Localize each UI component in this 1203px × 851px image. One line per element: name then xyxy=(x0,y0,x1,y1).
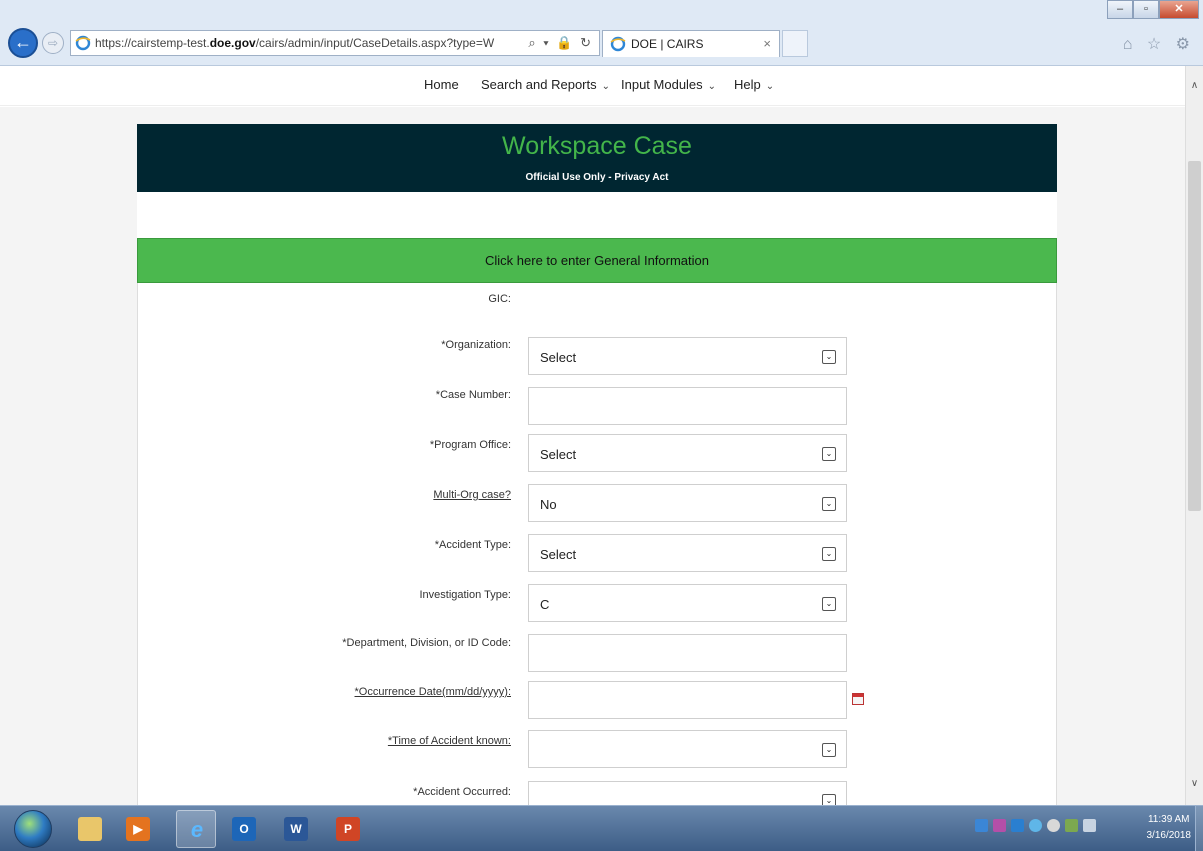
windows-taskbar: ▶ e O W P 11:39 AM 3/16/2018 xyxy=(0,805,1203,851)
window-controls: – ▫ ✕ xyxy=(1107,0,1199,20)
program-office-select[interactable]: Select ⌄ xyxy=(528,434,847,472)
form-body: GIC: *Organization: Select ⌄ *Case Numbe… xyxy=(137,283,1057,805)
organization-label: *Organization: xyxy=(441,339,511,351)
start-button[interactable] xyxy=(14,810,52,848)
clock-date: 3/16/2018 xyxy=(1146,830,1192,841)
clock-time: 11:39 AM xyxy=(1147,814,1190,825)
address-tools-icons[interactable]: ⌕ ▾ 🔒 ↻ xyxy=(528,35,593,51)
url-text[interactable]: https://cairstemp-test.doe.gov/cairs/adm… xyxy=(95,36,494,50)
nav-help[interactable]: Help ⌄ xyxy=(734,77,774,92)
folder-icon xyxy=(78,817,102,841)
tray-security-icon[interactable] xyxy=(1047,819,1060,832)
organization-value: Select xyxy=(540,350,577,365)
taskbar-internet-explorer[interactable]: e xyxy=(176,810,216,848)
occurrence-date-input[interactable] xyxy=(528,681,847,719)
calendar-icon[interactable] xyxy=(852,693,864,705)
investigation-type-select[interactable]: C ⌄ xyxy=(528,584,847,622)
accident-occurred-label: *Accident Occurred: xyxy=(413,786,511,798)
nav-search-reports[interactable]: Search and Reports ⌄ xyxy=(481,77,610,92)
chevron-down-icon: ⌄ xyxy=(822,497,836,511)
ie-page-icon xyxy=(75,35,91,51)
chevron-down-icon: ⌄ xyxy=(822,547,836,561)
back-button[interactable]: ← xyxy=(8,28,38,58)
browser-tab[interactable]: DOE | CAIRS × xyxy=(602,30,780,57)
tray-app-icon[interactable] xyxy=(993,819,1006,832)
chevron-down-icon: ⌄ xyxy=(822,794,836,805)
volume-icon[interactable] xyxy=(1083,819,1096,832)
taskbar-media[interactable]: ▶ xyxy=(118,810,158,848)
page-viewport: Home Search and Reports ⌄ Input Modules ⌄ … xyxy=(0,66,1185,805)
nav-input-modules[interactable]: Input Modules ⌄ xyxy=(621,77,716,92)
accident-type-label: *Accident Type: xyxy=(434,539,511,551)
investigation-type-value: C xyxy=(540,597,550,612)
page-title: Workspace Case xyxy=(502,132,692,160)
new-tab-button[interactable] xyxy=(782,30,808,57)
program-office-value: Select xyxy=(540,447,577,462)
page-header: Workspace Case Official Use Only - Priva… xyxy=(137,124,1057,192)
taskbar-powerpoint[interactable]: P xyxy=(328,810,368,848)
department-code-label: *Department, Division, or ID Code: xyxy=(342,637,511,649)
department-code-input[interactable] xyxy=(528,634,847,672)
taskbar-explorer[interactable] xyxy=(70,810,110,848)
chevron-down-icon: ⌄ xyxy=(822,350,836,364)
close-window-button[interactable]: ✕ xyxy=(1159,0,1199,19)
system-clock[interactable]: 11:39 AM 3/16/2018 xyxy=(1147,812,1192,844)
organization-select[interactable]: Select ⌄ xyxy=(528,337,847,375)
internet-explorer-icon: e xyxy=(190,817,204,842)
outlook-icon: O xyxy=(232,817,256,841)
chevron-down-icon: ⌄ xyxy=(765,81,775,92)
accident-occurred-select[interactable]: ⌄ xyxy=(528,781,847,805)
accident-type-select[interactable]: Select ⌄ xyxy=(528,534,847,572)
system-tray xyxy=(975,819,1096,832)
chevron-down-icon: ⌄ xyxy=(822,597,836,611)
tab-close-icon[interactable]: × xyxy=(763,36,771,51)
multi-org-case-link[interactable]: Multi-Org case? xyxy=(433,489,511,501)
forward-button[interactable]: ⇨ xyxy=(42,32,64,54)
chevron-down-icon: ⌄ xyxy=(707,81,717,92)
investigation-type-label: Investigation Type: xyxy=(419,589,511,601)
accident-type-value: Select xyxy=(540,547,577,562)
browser-chrome: ← ⇨ https://cairstemp-test.doe.gov/cairs… xyxy=(0,0,1203,66)
maximize-button[interactable]: ▫ xyxy=(1133,0,1159,19)
show-desktop-button[interactable] xyxy=(1195,806,1203,851)
time-of-accident-link[interactable]: *Time of Accident known: xyxy=(388,735,511,747)
top-navigation: Home Search and Reports ⌄ Input Modules ⌄ … xyxy=(0,66,1185,106)
multi-org-case-select[interactable]: No ⌄ xyxy=(528,484,847,522)
vertical-scrollbar[interactable]: ∧ ∨ xyxy=(1185,66,1203,805)
case-number-label: *Case Number: xyxy=(435,389,511,401)
ie-tab-icon xyxy=(610,36,626,52)
powerpoint-icon: P xyxy=(336,817,360,841)
home-favorites-tools-icons[interactable]: ⌂ ☆ ⚙ xyxy=(1123,34,1195,54)
chevron-down-icon: ⌄ xyxy=(822,447,836,461)
occurrence-date-link[interactable]: *Occurrence Date(mm/dd/yyyy): xyxy=(355,686,511,698)
chevron-down-icon: ⌄ xyxy=(601,81,611,92)
scroll-thumb[interactable] xyxy=(1188,161,1201,511)
time-of-accident-select[interactable]: ⌄ xyxy=(528,730,847,768)
taskbar-outlook[interactable]: O xyxy=(224,810,264,848)
case-number-input[interactable] xyxy=(528,387,847,425)
tray-connection-icon[interactable] xyxy=(1065,819,1078,832)
case-form-card: Workspace Case Official Use Only - Priva… xyxy=(137,124,1057,805)
privacy-notice: Official Use Only - Privacy Act xyxy=(525,172,669,183)
address-bar[interactable]: https://cairstemp-test.doe.gov/cairs/adm… xyxy=(70,30,600,56)
chevron-down-icon: ⌄ xyxy=(822,743,836,757)
media-player-icon: ▶ xyxy=(126,817,150,841)
program-office-label: *Program Office: xyxy=(429,439,511,451)
tray-network-icon[interactable] xyxy=(975,819,988,832)
minimize-button[interactable]: – xyxy=(1107,0,1133,19)
scroll-up-icon[interactable]: ∧ xyxy=(1186,80,1203,91)
gic-label: GIC: xyxy=(488,293,511,305)
scroll-down-icon[interactable]: ∨ xyxy=(1186,778,1203,789)
nav-home[interactable]: Home xyxy=(424,77,459,92)
word-icon: W xyxy=(284,817,308,841)
taskbar-word[interactable]: W xyxy=(276,810,316,848)
general-information-button[interactable]: Click here to enter General Information xyxy=(137,238,1057,283)
tray-sync-icon[interactable] xyxy=(1029,819,1042,832)
multi-org-case-value: No xyxy=(540,497,557,512)
tab-title: DOE | CAIRS xyxy=(631,37,704,51)
tray-outlook-icon[interactable] xyxy=(1011,819,1024,832)
